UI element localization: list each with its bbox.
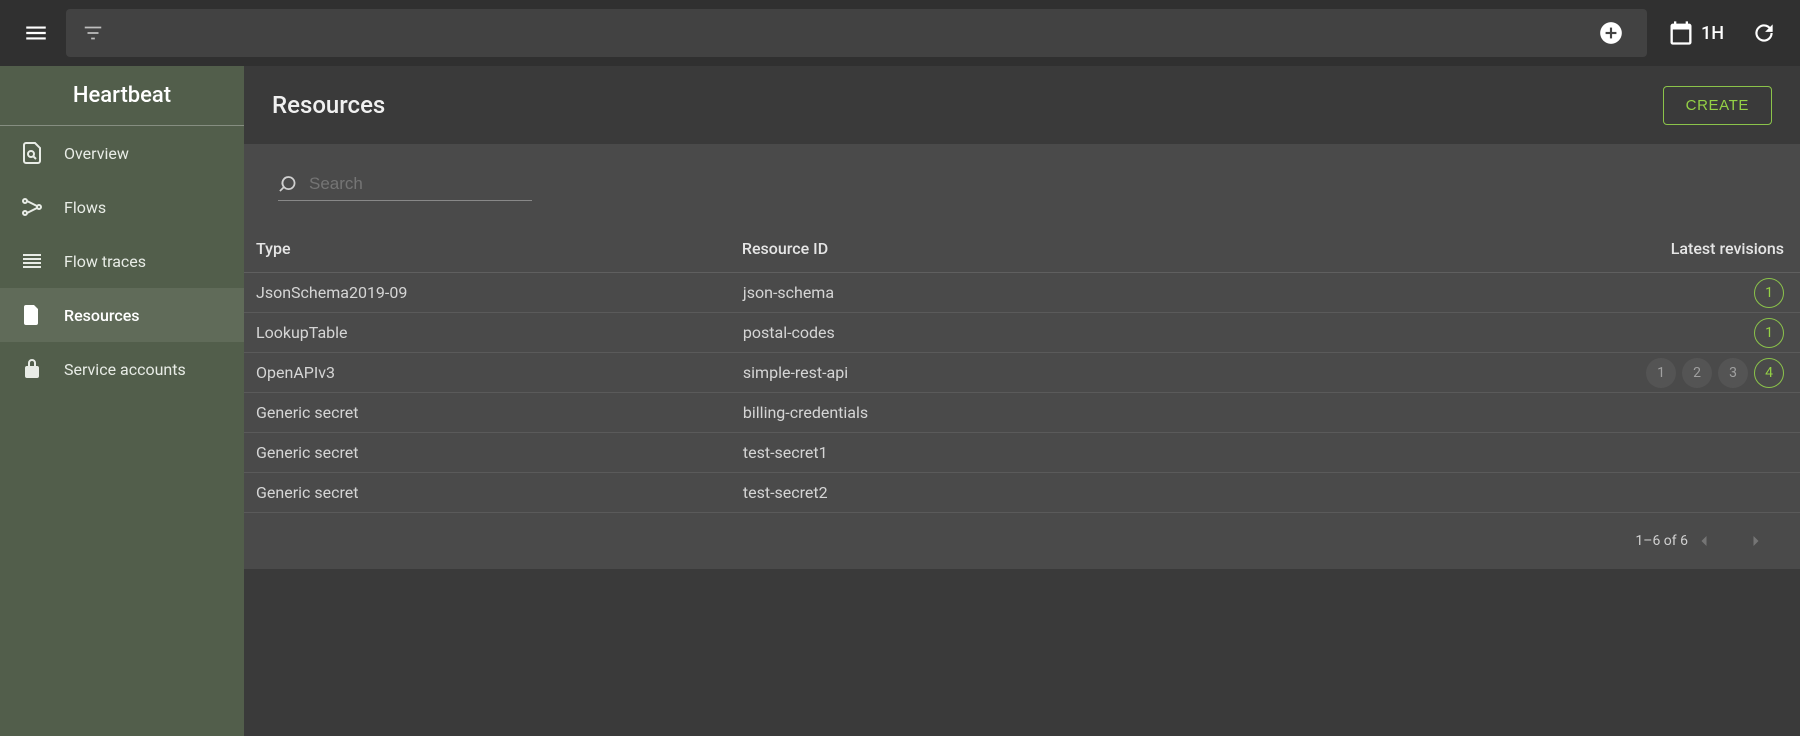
sidebar-item-label: Flow traces: [64, 252, 146, 271]
add-circle-icon: [1598, 20, 1624, 46]
flows-icon: [20, 195, 44, 219]
sidebar-item-label: Service accounts: [64, 360, 186, 379]
cell-type: Generic secret: [244, 473, 742, 513]
cell-type: Generic secret: [244, 433, 742, 473]
revision-badge[interactable]: 3: [1718, 358, 1748, 388]
main-content: Resources CREATE Type Resource ID Latest…: [244, 66, 1800, 736]
time-range-picker[interactable]: 1H: [1667, 19, 1724, 47]
global-search-box[interactable]: [66, 9, 1647, 57]
sidebar-item-label: Overview: [64, 144, 129, 163]
resources-panel: Type Resource ID Latest revisions JsonSc…: [244, 144, 1800, 569]
table-row[interactable]: OpenAPIv3simple-rest-api1234: [244, 353, 1800, 393]
revision-badge-latest[interactable]: 1: [1754, 278, 1784, 308]
cell-resource-id: json-schema: [742, 273, 1427, 313]
menu-icon: [23, 20, 49, 46]
chevron-right-icon: [1746, 531, 1766, 551]
cell-type: JsonSchema2019-09: [244, 273, 742, 313]
table-row[interactable]: Generic secretbilling-credentials: [244, 393, 1800, 433]
pagination-text: 1–6 of 6: [1635, 533, 1688, 549]
resources-search-field[interactable]: [278, 168, 532, 201]
resources-search-input[interactable]: [301, 173, 532, 195]
cell-resource-id: test-secret1: [742, 433, 1427, 473]
resources-table: Type Resource ID Latest revisions JsonSc…: [244, 229, 1800, 513]
pagination-prev[interactable]: [1694, 531, 1734, 551]
revision-badge[interactable]: 2: [1682, 358, 1712, 388]
list-icon: [20, 249, 44, 273]
table-row[interactable]: JsonSchema2019-09json-schema 1: [244, 273, 1800, 313]
col-resource-id: Resource ID: [742, 229, 1427, 273]
chevron-left-icon: [1694, 531, 1714, 551]
hamburger-menu-button[interactable]: [16, 13, 56, 53]
lock-icon: [20, 357, 44, 381]
document-icon: [20, 303, 44, 327]
calendar-icon: [1667, 19, 1695, 47]
pagination-next[interactable]: [1746, 531, 1786, 551]
cell-revisions: 1: [1427, 313, 1800, 353]
cell-type: Generic secret: [244, 393, 742, 433]
table-row[interactable]: Generic secrettest-secret1: [244, 433, 1800, 473]
pagination: 1–6 of 6: [244, 513, 1800, 569]
revision-badge-latest[interactable]: 1: [1754, 318, 1784, 348]
refresh-icon: [1751, 20, 1777, 46]
overview-icon: [20, 141, 44, 165]
add-filter-button[interactable]: [1591, 13, 1631, 53]
sidebar-item-label: Flows: [64, 198, 106, 217]
cell-revisions: [1427, 473, 1800, 513]
page-title: Resources: [272, 91, 385, 119]
sidebar: Heartbeat Overview Flows Flow traces Res…: [0, 66, 244, 736]
sidebar-item-label: Resources: [64, 306, 140, 325]
cell-revisions: [1427, 393, 1800, 433]
cell-revisions: [1427, 433, 1800, 473]
cell-resource-id: postal-codes: [742, 313, 1427, 353]
cell-resource-id: simple-rest-api: [742, 353, 1427, 393]
sidebar-item-resources[interactable]: Resources: [0, 288, 244, 342]
search-icon: [278, 172, 301, 196]
cell-type: OpenAPIv3: [244, 353, 742, 393]
sidebar-item-flow-traces[interactable]: Flow traces: [0, 234, 244, 288]
revision-badge[interactable]: 1: [1646, 358, 1676, 388]
table-row[interactable]: Generic secrettest-secret2: [244, 473, 1800, 513]
cell-type: LookupTable: [244, 313, 742, 353]
page-header: Resources CREATE: [244, 66, 1800, 144]
sidebar-item-overview[interactable]: Overview: [0, 126, 244, 180]
filter-icon: [82, 22, 104, 44]
revision-badge-latest[interactable]: 4: [1754, 358, 1784, 388]
sidebar-item-service-accounts[interactable]: Service accounts: [0, 342, 244, 396]
global-search-input[interactable]: [112, 23, 1583, 43]
sidebar-title: Heartbeat: [0, 66, 244, 126]
cell-resource-id: test-secret2: [742, 473, 1427, 513]
cell-revisions: 1: [1427, 273, 1800, 313]
sidebar-item-flows[interactable]: Flows: [0, 180, 244, 234]
refresh-button[interactable]: [1744, 13, 1784, 53]
topbar: 1H: [0, 0, 1800, 66]
col-type: Type: [244, 229, 742, 273]
col-latest-revisions: Latest revisions: [1427, 229, 1800, 273]
time-range-label: 1H: [1701, 23, 1724, 44]
cell-revisions: 1234: [1427, 353, 1800, 393]
create-button[interactable]: CREATE: [1663, 86, 1772, 125]
cell-resource-id: billing-credentials: [742, 393, 1427, 433]
table-row[interactable]: LookupTablepostal-codes 1: [244, 313, 1800, 353]
